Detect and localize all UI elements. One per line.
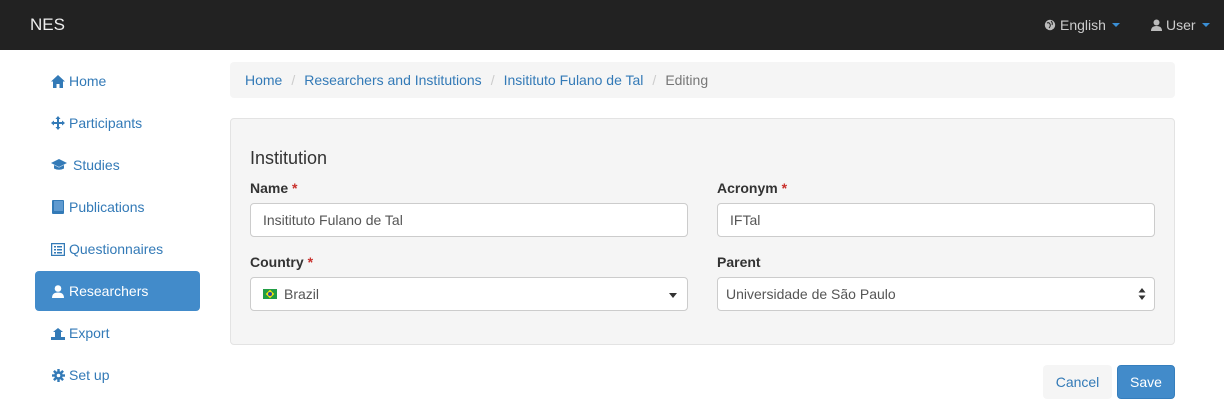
chevron-down-icon bbox=[669, 293, 677, 298]
book-icon bbox=[50, 199, 66, 215]
breadcrumb-current: Editing bbox=[665, 72, 709, 88]
acronym-label-text: Acronym bbox=[717, 180, 778, 196]
breadcrumb-researchers[interactable]: Researchers and Institutions bbox=[304, 72, 481, 88]
country-select[interactable]: Brazil bbox=[250, 277, 688, 311]
country-label-text: Country bbox=[250, 254, 304, 270]
user-icon bbox=[1151, 19, 1162, 31]
breadcrumb-home[interactable]: Home bbox=[245, 72, 282, 88]
select-updown-icon bbox=[1138, 288, 1146, 300]
save-button[interactable]: Save bbox=[1117, 365, 1175, 399]
language-dropdown[interactable]: English bbox=[1044, 0, 1120, 50]
sidebar-item-researchers[interactable]: Researchers bbox=[35, 271, 200, 311]
sidebar-item-label: Studies bbox=[73, 157, 120, 173]
export-icon bbox=[50, 325, 66, 341]
parent-select-value: Universidade de São Paulo bbox=[726, 286, 896, 302]
breadcrumb-separator: / bbox=[490, 72, 495, 88]
navbar: NES English User bbox=[0, 0, 1224, 50]
acronym-input-value: IFTal bbox=[730, 212, 761, 228]
globe-icon bbox=[1044, 19, 1056, 31]
cancel-button[interactable]: Cancel bbox=[1043, 365, 1112, 399]
breadcrumb: Home / Researchers and Institutions / In… bbox=[230, 62, 1175, 98]
sidebar-item-label: Set up bbox=[69, 367, 110, 383]
brazil-flag-icon bbox=[263, 289, 277, 299]
name-input[interactable]: Insitituto Fulano de Tal bbox=[250, 203, 688, 237]
sidebar-item-studies[interactable]: Studies bbox=[35, 145, 200, 185]
form-title: Institution bbox=[250, 148, 328, 168]
parent-label: Parent bbox=[717, 254, 761, 270]
breadcrumb-institution[interactable]: Insitituto Fulano de Tal bbox=[504, 72, 644, 88]
country-label: Country * bbox=[250, 254, 313, 270]
required-marker: * bbox=[292, 180, 298, 196]
acronym-label: Acronym * bbox=[717, 180, 787, 196]
home-icon bbox=[50, 73, 66, 89]
list-alt-icon bbox=[50, 241, 66, 257]
sidebar-item-setup[interactable]: Set up bbox=[35, 355, 200, 395]
user-dropdown[interactable]: User bbox=[1151, 0, 1210, 50]
sidebar-item-home[interactable]: Home bbox=[35, 61, 200, 101]
sidebar-item-label: Export bbox=[69, 325, 110, 341]
breadcrumb-separator: / bbox=[652, 72, 657, 88]
brand-logo[interactable]: NES bbox=[30, 15, 65, 35]
chevron-down-icon bbox=[1111, 23, 1120, 27]
acronym-input[interactable]: IFTal bbox=[717, 203, 1155, 237]
name-input-value: Insitituto Fulano de Tal bbox=[263, 212, 403, 228]
parent-select[interactable]: Universidade de São Paulo bbox=[717, 277, 1155, 311]
sidebar-item-questionnaires[interactable]: Questionnaires bbox=[35, 229, 200, 269]
required-marker: * bbox=[781, 180, 788, 196]
graduation-cap-icon bbox=[50, 157, 68, 173]
sidebar-item-export[interactable]: Export bbox=[35, 313, 200, 353]
user-label: User bbox=[1166, 17, 1196, 33]
sidebar-item-publications[interactable]: Publications bbox=[35, 187, 200, 227]
sidebar-item-label: Researchers bbox=[69, 283, 149, 299]
name-label: Name * bbox=[250, 180, 297, 196]
language-label: English bbox=[1060, 17, 1106, 33]
user-icon bbox=[50, 283, 66, 299]
move-icon bbox=[50, 115, 66, 131]
sidebar: Home Participants Studies Publications Q… bbox=[35, 61, 200, 397]
sidebar-item-label: Home bbox=[69, 73, 107, 89]
breadcrumb-separator: / bbox=[291, 72, 296, 88]
sidebar-item-label: Participants bbox=[69, 115, 143, 131]
name-label-text: Name bbox=[250, 180, 289, 196]
parent-label-text: Parent bbox=[717, 254, 761, 270]
institution-form-panel: Institution Name * Insitituto Fulano de … bbox=[230, 118, 1175, 345]
required-marker: * bbox=[307, 254, 314, 270]
sidebar-item-label: Publications bbox=[69, 199, 145, 215]
chevron-down-icon bbox=[1201, 23, 1210, 27]
country-select-value: Brazil bbox=[284, 286, 320, 302]
sidebar-item-participants[interactable]: Participants bbox=[35, 103, 200, 143]
sidebar-item-label: Questionnaires bbox=[69, 241, 164, 257]
cog-icon bbox=[50, 367, 66, 383]
